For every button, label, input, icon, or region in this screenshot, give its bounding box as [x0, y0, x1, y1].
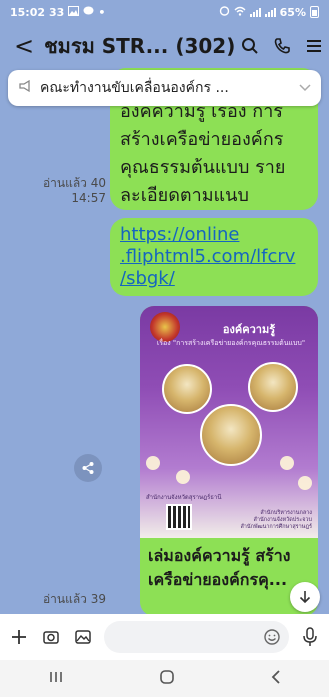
camera-icon[interactable]: [40, 626, 62, 648]
recents-button[interactable]: [48, 669, 64, 688]
megaphone-icon: [18, 79, 32, 97]
poster-side-text: สำนักบริหารงานกลาง สำนักงานจังหวัดประจวบ…: [240, 510, 312, 530]
poster-image[interactable]: องค์ความรู้ เรื่อง "การสร้างเครือข่ายองค…: [140, 306, 318, 538]
link-line[interactable]: .fliphtml5.com/lfcrv: [120, 246, 295, 267]
nav-back-button[interactable]: [270, 669, 282, 689]
chat-title[interactable]: ชมรม STR... (302): [44, 30, 235, 62]
poster-title: องค์ความรู้: [222, 323, 276, 336]
message-line: สร้างเครือข่ายองค์กร: [120, 129, 284, 150]
wifi-icon: [234, 6, 246, 19]
link-bubble[interactable]: https://online .fliphtml5.com/lfcrv /sbg…: [110, 218, 318, 296]
poster-caption: เล่มองค์ความรู้ สร้าง เครือข่ายองค์กรคุ.…: [148, 546, 291, 589]
message-line: ละเอียดตามแนบ: [120, 185, 249, 206]
qr-code-icon: [166, 504, 192, 530]
dot-icon: •: [98, 5, 106, 19]
flower-icon: [298, 476, 312, 490]
read-receipt: อ่านแล้ว 39: [42, 592, 106, 606]
poster-subtitle: เรื่อง "การสร้างเครือข่ายองค์กรคุณธรรมต้…: [156, 339, 306, 347]
poster-card[interactable]: องค์ความรู้ เรื่อง "การสร้างเครือข่ายองค…: [140, 306, 318, 614]
poster-org: สำนักงานจังหวัดสุราษฎร์ธานี: [146, 494, 222, 501]
home-button[interactable]: [159, 669, 175, 689]
signal-icon: [249, 7, 261, 17]
emoji-icon[interactable]: [263, 628, 281, 646]
microphone-icon[interactable]: [299, 626, 321, 648]
message-icon: [83, 6, 94, 19]
gallery-icon: [68, 5, 80, 19]
phone-icon[interactable]: [273, 37, 291, 55]
share-icon: [82, 462, 94, 474]
notification-count: 33: [49, 5, 65, 19]
battery-percent: 65%: [279, 5, 306, 19]
arrow-down-icon: [299, 591, 311, 604]
recents-icon: [49, 672, 62, 682]
image-icon[interactable]: [72, 626, 94, 648]
announcement-text: คณะทำงานขับเคลื่อนองค์กร ...: [40, 80, 229, 96]
search-icon[interactable]: [241, 37, 259, 55]
alarm-icon: [219, 5, 230, 19]
flower-icon: [280, 456, 294, 470]
signal-icon-2: [264, 7, 276, 17]
home-icon: [159, 669, 174, 684]
back-arrow-icon: [271, 669, 280, 684]
message-line: คุณธรรมต้นแบบ ราย: [120, 157, 286, 178]
message-input[interactable]: [104, 621, 289, 653]
battery-icon: [310, 6, 319, 18]
plus-icon[interactable]: [8, 626, 30, 648]
chat-area[interactable]: องค์ความรู้ เรื่อง การ สร้างเครือข่ายองค…: [0, 68, 329, 614]
read-receipt: อ่านแล้ว 40 14:57: [42, 176, 106, 205]
system-nav-bar: [0, 660, 329, 697]
share-button[interactable]: [74, 454, 102, 482]
chat-header: < ชมรม STR... (302): [0, 24, 329, 68]
status-bar: 15:02 33 • 65%: [0, 0, 329, 24]
clock: 15:02: [10, 5, 46, 19]
announcement-bar[interactable]: คณะทำงานขับเคลื่อนองค์กร ...: [8, 70, 321, 106]
poster-photo: [248, 362, 298, 412]
link-line[interactable]: /sbgk/: [120, 268, 175, 289]
link-line[interactable]: https://online: [120, 224, 239, 245]
chevron-down-icon[interactable]: [299, 80, 311, 96]
poster-photo: [200, 404, 262, 466]
poster-photo: [162, 364, 212, 414]
scroll-down-button[interactable]: [290, 582, 320, 612]
flower-icon: [176, 470, 190, 484]
message-input-bar: [0, 614, 329, 660]
menu-icon[interactable]: [305, 37, 323, 55]
flower-icon: [146, 456, 160, 470]
back-button[interactable]: <: [14, 32, 34, 60]
